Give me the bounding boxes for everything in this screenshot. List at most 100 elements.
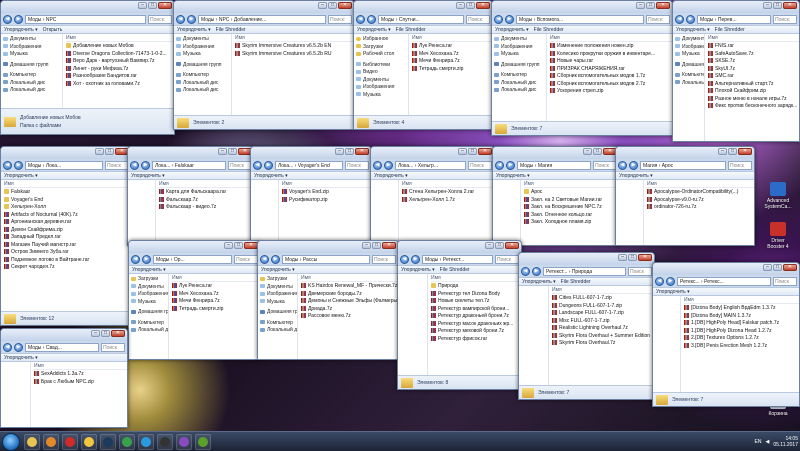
nav-item[interactable]: Документы	[3, 36, 62, 44]
nav-item[interactable]: Документы	[260, 284, 297, 292]
search-input[interactable]: Поиск	[234, 254, 258, 264]
taskbar-button[interactable]	[195, 433, 211, 450]
taskbar-button[interactable]	[138, 433, 154, 450]
file-item[interactable]: Новые чары.rar	[550, 58, 672, 66]
organize-button[interactable]: Упорядочить ▾	[522, 279, 556, 285]
minimize-button[interactable]: –	[91, 330, 100, 337]
file-item[interactable]: Добавление новых Мобов	[66, 43, 174, 51]
nav-item[interactable]: Документы	[131, 284, 168, 292]
column-header-name[interactable]: Имя	[550, 35, 672, 42]
forward-icon[interactable]: ▶	[142, 254, 151, 264]
address-bar[interactable]: Моды › Ор...	[153, 254, 232, 264]
file-item[interactable]: Подземное логово в Вайтране.rar	[4, 257, 131, 265]
toolbar-button[interactable]: Открыть	[43, 27, 63, 33]
nav-item[interactable]: Изображения	[176, 44, 231, 52]
nav-item[interactable]: Документы	[675, 36, 704, 44]
back-icon[interactable]: ◀	[176, 14, 185, 24]
nav-item[interactable]: Загрузки	[356, 44, 408, 52]
title-bar[interactable]: – □ ✕	[673, 1, 799, 13]
nav-item[interactable]: Домашняя групп	[494, 62, 546, 70]
column-header-name[interactable]: Имя	[172, 275, 260, 282]
file-item[interactable]: Карта для Фальскаара.rar	[159, 189, 254, 197]
nav-item[interactable]: Загрузки	[131, 276, 168, 284]
file-item[interactable]: Voyager's End	[4, 197, 131, 205]
close-button[interactable]: ✕	[505, 242, 519, 249]
search-input[interactable]: Поиск: Пер...	[773, 14, 797, 24]
file-item[interactable]: Skyrim Immersive Creatures v6.5.2b EN	[235, 43, 354, 51]
file-item[interactable]: [Dizona Body] English ВрдЕdm 1.3.7z	[684, 305, 799, 313]
file-item[interactable]: Skyrim Immersive Creatures v6.5.2b RU	[235, 51, 354, 59]
forward-icon[interactable]: ▶	[411, 254, 420, 264]
file-item[interactable]: 3.[DB] Penis Erection Mesh 1.2.7z	[684, 343, 799, 351]
search-input[interactable]: Поиск	[773, 276, 797, 286]
file-item[interactable]: Ретекстур тел Dizona Body	[431, 291, 521, 299]
forward-icon[interactable]: ▶	[384, 160, 393, 170]
nav-item[interactable]: Документы	[494, 36, 546, 44]
nav-item[interactable]: Изображения	[356, 84, 408, 92]
file-item[interactable]: Двемерские бороды.7z	[301, 291, 398, 299]
file-item[interactable]: Лук Ренкса.rar	[412, 43, 492, 51]
nav-item[interactable]: Домашняя груп	[260, 309, 297, 317]
nav-item[interactable]: Локальный дис	[176, 87, 231, 95]
minimize-button[interactable]: –	[618, 254, 627, 261]
file-item[interactable]: Сборник вспомогательных модов 2.7z	[550, 81, 672, 89]
title-bar[interactable]: – □ ✕	[1, 1, 174, 13]
column-header-name[interactable]: Имя	[159, 181, 254, 188]
address-bar[interactable]: Моды › Вспомога...	[516, 14, 644, 24]
nav-item[interactable]: Локальный дис	[494, 87, 546, 95]
nav-item[interactable]: Локальный д	[260, 327, 297, 335]
toolbar-button[interactable]: File Shredder	[440, 267, 470, 273]
organize-button[interactable]: Упорядочить ▾	[177, 27, 211, 33]
nav-item[interactable]: Домашняя груп	[131, 309, 168, 317]
minimize-button[interactable]: –	[95, 148, 104, 155]
search-input[interactable]: Поиск: NPC	[148, 14, 172, 24]
search-input[interactable]: Поиск: Доб...	[328, 14, 352, 24]
title-bar[interactable]: – □ ✕	[251, 147, 371, 159]
file-item[interactable]: Магазин Паучий магистр.rar	[4, 242, 131, 250]
taskbar-button[interactable]	[100, 433, 116, 450]
title-bar[interactable]: – □ ✕	[492, 1, 672, 13]
address-bar[interactable]: Лока... › Falskaar	[152, 160, 226, 170]
file-item[interactable]: 2.[DB] Textures Options 1.2.7z	[684, 335, 799, 343]
address-bar[interactable]: Моды › Лока...	[25, 160, 103, 170]
file-item[interactable]: [Dizona Body] MAIN 1.3.7z	[684, 313, 799, 321]
search-input[interactable]: Поиск: Спу...	[466, 14, 490, 24]
address-bar[interactable]: Моды › Спутни...	[378, 14, 464, 24]
minimize-button[interactable]: –	[583, 148, 592, 155]
file-item[interactable]: 1.[DB] HighPoly Dizona Head 1.2.7z	[684, 328, 799, 336]
address-bar[interactable]: Лока... › Voyager's End	[275, 160, 343, 170]
file-item[interactable]: Diverse Dragons Collection-71473-1-0-2..…	[66, 51, 174, 59]
nav-item[interactable]: Изображения	[3, 44, 62, 52]
file-item[interactable]: Misc FULL-607-1-7.zip	[552, 318, 654, 326]
close-button[interactable]: ✕	[783, 264, 797, 271]
file-item[interactable]: Фальскаар.7z	[159, 197, 254, 205]
search-input[interactable]: Поиск	[728, 160, 752, 170]
maximize-button[interactable]: □	[495, 242, 504, 249]
forward-icon[interactable]: ▶	[532, 266, 541, 276]
title-bar[interactable]: – □ ✕	[493, 147, 619, 159]
close-button[interactable]: ✕	[382, 242, 396, 249]
file-item[interactable]: Ускорения стрел.zip	[550, 88, 672, 96]
file-item[interactable]: Меч Хесохана.7z	[412, 51, 492, 59]
clock[interactable]: 14:05 05.11.2017	[773, 436, 798, 448]
file-item[interactable]: Voyager's End.zip	[282, 189, 371, 197]
file-item[interactable]: Новые скелеты тел.7z	[431, 298, 521, 306]
search-input[interactable]: Поиск	[228, 160, 252, 170]
file-item[interactable]: Меч Хесохана.7z	[172, 291, 260, 299]
address-bar[interactable]: Лока... › Хельгр...	[395, 160, 466, 170]
nav-item[interactable]: Локальный дис	[3, 87, 62, 95]
column-header-name[interactable]: Имя	[552, 287, 654, 294]
close-button[interactable]: ✕	[738, 148, 752, 155]
column-header-name[interactable]: Имя	[684, 297, 799, 304]
file-item[interactable]: Ретекстур фрисок.rar	[431, 336, 521, 344]
nav-item[interactable]: Музыка	[356, 92, 408, 100]
minimize-button[interactable]: –	[362, 242, 371, 249]
nav-item[interactable]: Локальный дис	[675, 80, 704, 88]
search-input[interactable]: Поиск	[372, 254, 396, 264]
title-bar[interactable]: – □ ✕	[128, 147, 254, 159]
file-item[interactable]: SKSE.7z	[708, 58, 799, 66]
maximize-button[interactable]: □	[101, 330, 110, 337]
maximize-button[interactable]: □	[646, 2, 655, 9]
column-header-name[interactable]: Имя	[301, 275, 398, 282]
address-bar[interactable]: Моды › Магия	[517, 160, 591, 170]
